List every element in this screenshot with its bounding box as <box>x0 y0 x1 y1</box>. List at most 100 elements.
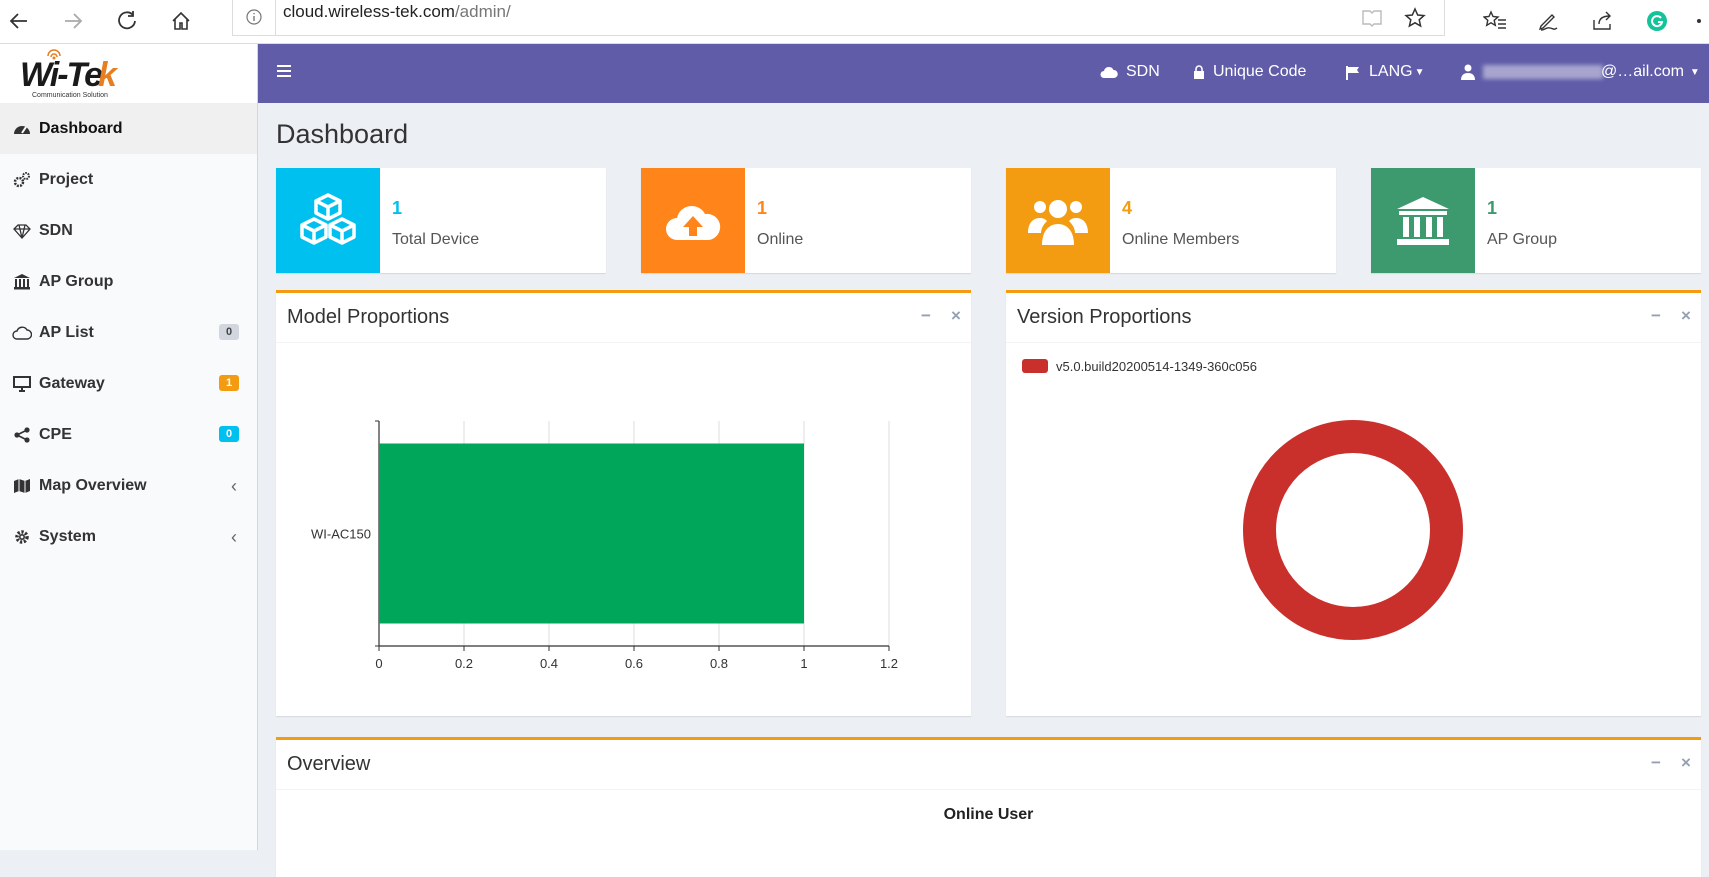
sidebar-item-ap-group[interactable]: AP Group <box>0 256 257 307</box>
users-icon <box>1006 168 1110 273</box>
stat-label: Online <box>757 231 804 248</box>
sidebar-item-map-overview[interactable]: Map Overview ‹ <box>0 460 257 511</box>
pen-icon[interactable] <box>1531 4 1565 38</box>
model-bar-chart: 0 0.2 0.4 0.6 0.8 1 1.2 WI-AC150 <box>311 420 898 671</box>
stat-label: Total Device <box>392 231 480 248</box>
cogs-icon <box>12 170 32 190</box>
collapse-icon[interactable]: − <box>1646 753 1666 773</box>
top-navbar: SDN Unique Code LANG ▼ @…ail.com ▼ <box>258 44 1709 103</box>
svg-text:k: k <box>98 56 119 94</box>
stat-value: 4 <box>1122 198 1133 218</box>
chevron-left-icon: ‹ <box>231 527 237 547</box>
share-icon <box>12 425 32 445</box>
sidebar: Wi-Te k Communication Solution Dashboard… <box>0 44 258 850</box>
cubes-icon <box>276 168 380 273</box>
cloud-outline-icon <box>12 323 32 343</box>
svg-text:Wi-Te: Wi-Te <box>20 56 102 94</box>
stat-box-total-device[interactable]: 1 Total Device <box>276 168 606 273</box>
browser-toolbar: cloud.wireless-tek.com/admin/ <box>0 0 1709 44</box>
collapse-icon[interactable]: − <box>1646 306 1666 326</box>
stat-label: Online Members <box>1122 231 1240 248</box>
svg-text:Communication Solution: Communication Solution <box>32 92 108 99</box>
share-icon[interactable] <box>1585 4 1619 38</box>
x-tick-label: 0.2 <box>455 656 473 671</box>
sdn-link[interactable]: SDN <box>1100 63 1160 81</box>
lang-label: LANG <box>1369 63 1413 80</box>
sidebar-item-sdn[interactable]: SDN <box>0 205 257 256</box>
unique-code-label: Unique Code <box>1213 63 1307 80</box>
reading-view-icon[interactable] <box>1358 4 1386 32</box>
close-icon[interactable]: × <box>1676 306 1696 326</box>
stat-value: 1 <box>392 198 403 218</box>
category-label: WI-AC150 <box>311 527 371 542</box>
box-header: Version Proportions − × <box>1006 293 1701 343</box>
donut-slice[interactable] <box>1243 420 1463 640</box>
url-text[interactable]: cloud.wireless-tek.com/admin/ <box>283 2 511 22</box>
divider <box>275 0 276 36</box>
sidebar-item-label: Dashboard <box>39 119 123 137</box>
sidebar-item-label: Project <box>39 170 94 188</box>
brand-logo[interactable]: Wi-Te k Communication Solution <box>0 44 257 103</box>
model-proportions-box: Model Proportions − × 0 0.2 0.4 0.6 0.8 1 1.2 W… <box>276 290 971 716</box>
map-icon <box>12 476 32 496</box>
user-menu[interactable]: @…ail.com ▼ <box>1461 63 1700 81</box>
stat-value: 1 <box>1487 198 1498 218</box>
box-header: Model Proportions − × <box>276 293 971 343</box>
info-icon[interactable] <box>245 8 263 26</box>
box-title: Overview <box>287 753 371 775</box>
sidebar-item-dashboard[interactable]: Dashboard <box>0 103 257 154</box>
grammarly-icon[interactable] <box>1640 4 1674 38</box>
user-email: @…ail.com <box>1601 63 1684 80</box>
bank-icon <box>12 272 32 292</box>
sidebar-item-ap-list[interactable]: AP List 0 <box>0 307 257 358</box>
refresh-icon[interactable] <box>110 4 144 38</box>
page-title: Dashboard <box>276 119 409 149</box>
sidebar-item-label: Map Overview <box>39 476 147 494</box>
address-bar[interactable]: cloud.wireless-tek.com/admin/ <box>232 0 1445 36</box>
overview-box: Overview − × Online User <box>276 737 1701 877</box>
x-tick-label: 1.2 <box>880 656 898 671</box>
favorite-star-icon[interactable] <box>1401 4 1429 32</box>
main-content: Dashboard 1 Total Device 1 Online 4 Online Me… <box>258 103 1709 877</box>
x-tick-label: 0.4 <box>540 656 558 671</box>
sidebar-item-system[interactable]: System ‹ <box>0 511 257 562</box>
close-icon[interactable]: × <box>946 306 966 326</box>
sidebar-item-gateway[interactable]: Gateway 1 <box>0 358 257 409</box>
lock-icon <box>1194 64 1204 79</box>
favorites-list-icon[interactable] <box>1478 4 1512 38</box>
user-icon <box>1461 64 1475 80</box>
x-tick-label: 0.6 <box>625 656 643 671</box>
close-icon[interactable]: × <box>1676 753 1696 773</box>
stat-label: AP Group <box>1487 231 1557 248</box>
hamburger-menu-icon[interactable] <box>276 64 296 82</box>
x-tick-label: 1 <box>800 656 807 671</box>
sidebar-item-cpe[interactable]: CPE 0 <box>0 409 257 460</box>
sidebar-item-project[interactable]: Project <box>0 154 257 205</box>
collapse-icon[interactable]: − <box>916 306 936 326</box>
x-tick-label: 0.8 <box>710 656 728 671</box>
caret-down-icon: ▼ <box>1414 66 1425 78</box>
online-user-heading: Online User <box>943 806 1034 823</box>
sidebar-item-label: AP Group <box>39 272 114 290</box>
box-title: Model Proportions <box>287 306 450 328</box>
lang-dropdown[interactable]: LANG ▼ <box>1345 63 1424 81</box>
box-title: Version Proportions <box>1017 306 1192 328</box>
x-tick-label: 0 <box>375 656 382 671</box>
unique-code-link[interactable]: Unique Code <box>1193 63 1306 81</box>
forward-icon[interactable] <box>56 4 90 38</box>
count-badge: 0 <box>219 426 239 442</box>
bar[interactable] <box>379 443 804 624</box>
legend-label[interactable]: v5.0.build20200514-1349-360c056 <box>1056 359 1257 374</box>
count-badge: 0 <box>219 324 239 340</box>
back-icon[interactable] <box>2 4 36 38</box>
sidebar-item-label: System <box>39 527 96 545</box>
version-proportions-box: Version Proportions − × v5.0.build202005… <box>1006 290 1701 716</box>
cloud-icon <box>1100 66 1118 78</box>
legend-swatch[interactable] <box>1022 359 1048 373</box>
home-icon[interactable] <box>164 4 198 38</box>
more-icon[interactable] <box>1690 4 1708 38</box>
stat-box-online-members[interactable]: 4 Online Members <box>1006 168 1336 273</box>
diamond-icon <box>12 221 32 241</box>
stat-box-online[interactable]: 1 Online <box>641 168 971 273</box>
stat-box-ap-group[interactable]: 1 AP Group <box>1371 168 1701 273</box>
